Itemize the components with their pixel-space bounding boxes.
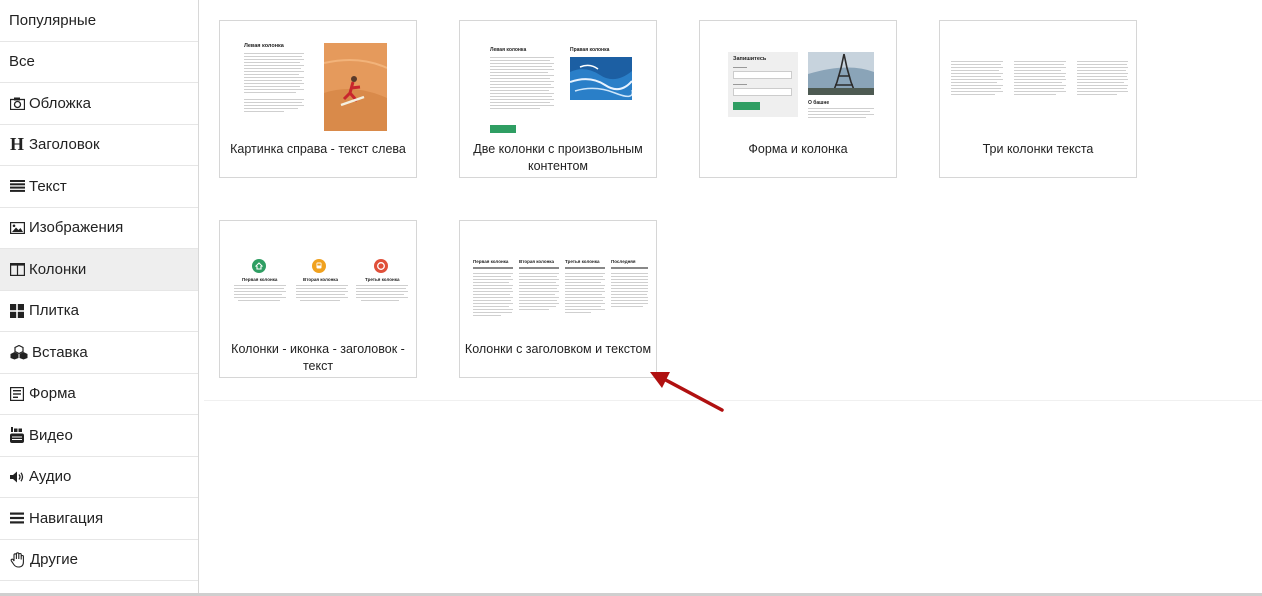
hand-icon — [9, 551, 26, 568]
eiffel-tower-photo — [808, 52, 874, 95]
cubes-icon — [9, 344, 28, 360]
thumb-col1-heading: Первая колонка — [242, 277, 278, 282]
sidebar-item-label: Изображения — [29, 219, 124, 237]
sidebar-item-label: Популярные — [9, 11, 97, 29]
template-card-three-text-columns[interactable]: Три колонки текста — [939, 20, 1137, 178]
sidebar-item-label: Плитка — [29, 302, 80, 320]
sidebar-item-audio[interactable]: Аудио — [0, 457, 198, 498]
template-caption: Колонки - иконка - заголовок - текст — [231, 342, 405, 373]
thumb-caption-heading: О башне — [808, 100, 830, 106]
template-card-image-right-text-left[interactable]: Левая колонка Картинка справа - текст сл… — [219, 20, 417, 178]
template-caption: Форма и колонка — [748, 142, 848, 156]
form-icon — [9, 386, 25, 402]
sidebar-item-video[interactable]: Видео — [0, 415, 198, 457]
sidebar-item-label: Аудио — [29, 468, 72, 486]
speaker-icon — [9, 469, 25, 485]
sidebar-item-heading[interactable]: H Заголовок — [0, 125, 198, 166]
template-thumbnail: Левая колонка Правая колонка — [468, 29, 648, 134]
sidebar-item-all[interactable]: Все — [0, 42, 198, 83]
sidebar-item-label: Другие — [30, 551, 79, 569]
template-thumbnail: Первая колонка Вторая колонка Третья кол… — [228, 229, 408, 334]
thumb-col2-heading: Вторая колонка — [519, 259, 555, 264]
heading-icon: H — [9, 134, 24, 155]
tiles-icon — [9, 303, 25, 319]
desert-sandboard-photo — [324, 43, 387, 131]
youtube-icon — [9, 427, 25, 444]
template-gallery: Левая колонка Картинка справа - текст сл… — [204, 0, 1262, 401]
ocean-wave-photo — [570, 57, 632, 100]
sidebar-item-label: Текст — [29, 177, 67, 195]
sidebar-item-label: Навигация — [29, 509, 104, 527]
thumb-col1-heading: Первая колонка — [473, 259, 509, 264]
sidebar-item-form[interactable]: Форма — [0, 374, 198, 415]
template-thumbnail: Первая колонка Вторая колонка Третья кол… — [468, 229, 648, 334]
home-circle-icon — [252, 259, 266, 273]
sidebar-item-other[interactable]: Другие — [0, 540, 198, 581]
template-caption: Три колонки текста — [982, 142, 1094, 156]
sidebar-item-tiles[interactable]: Плитка — [0, 291, 198, 332]
sidebar-item-navigation[interactable]: Навигация — [0, 498, 198, 540]
template-caption: Две колонки с произвольным контентом — [473, 142, 643, 173]
sidebar-item-insert[interactable]: Вставка — [0, 332, 198, 374]
text-lines-icon — [9, 178, 25, 194]
sidebar-item-label: Все — [9, 53, 35, 71]
columns-icon — [9, 261, 25, 277]
thumb-right-heading: Правая колонка — [570, 47, 610, 53]
sidebar-item-label: Колонки — [29, 260, 87, 278]
template-caption: Картинка справа - текст слева — [230, 142, 406, 156]
sidebar-item-label: Заголовок — [29, 136, 100, 154]
bus-circle-icon — [312, 259, 326, 273]
thumb-left-heading: Левая колонка — [490, 47, 527, 53]
sidebar-item-label: Обложка — [29, 94, 91, 112]
sidebar-item-label: Видео — [29, 426, 73, 444]
thumb-col2-heading: Вторая колонка — [303, 277, 339, 282]
thumb-heading: Левая колонка — [244, 43, 284, 49]
camera-icon — [9, 95, 25, 111]
thumb-form-title: Запишитесь — [733, 56, 767, 62]
lifebuoy-circle-icon — [374, 259, 388, 273]
thumb-submit-button — [733, 102, 760, 110]
sidebar-item-cover[interactable]: Обложка — [0, 83, 198, 125]
template-thumbnail: Левая колонка — [228, 29, 408, 134]
template-card-form-and-column[interactable]: Запишитесь О башне Форма и колонка — [699, 20, 897, 178]
menu-icon — [9, 510, 25, 526]
sidebar-item-columns[interactable]: Колонки — [0, 249, 198, 291]
image-icon — [9, 220, 25, 236]
sidebar-item-images[interactable]: Изображения — [0, 208, 198, 249]
thumb-col3-heading: Третья колонка — [365, 277, 400, 282]
template-card-two-columns-custom[interactable]: Левая колонка Правая колонка Две колонки… — [459, 20, 657, 178]
thumb-col3-heading: Третья колонка — [565, 259, 600, 264]
sidebar-item-label: Форма — [29, 385, 76, 403]
template-caption: Колонки с заголовком и текстом — [464, 342, 652, 356]
thumb-green-button — [490, 125, 516, 133]
sidebar-item-popular[interactable]: Популярные — [0, 0, 198, 42]
red-pointer-arrow — [650, 372, 724, 412]
template-card-columns-heading-text[interactable]: Первая колонка Вторая колонка Третья кол… — [459, 220, 657, 378]
sidebar-item-text[interactable]: Текст — [0, 166, 198, 208]
template-thumbnail — [948, 29, 1128, 134]
template-card-columns-icon-heading-text[interactable]: Первая колонка Вторая колонка Третья кол… — [219, 220, 417, 378]
sidebar-item-label: Вставка — [32, 343, 88, 361]
thumb-form-panel: Запишитесь — [728, 52, 798, 117]
sidebar: Популярные Все Обложка H Заголовок Текст… — [0, 0, 199, 594]
thumb-col4-heading: Последняя — [611, 259, 636, 264]
template-thumbnail: Запишитесь О башне — [708, 29, 888, 134]
